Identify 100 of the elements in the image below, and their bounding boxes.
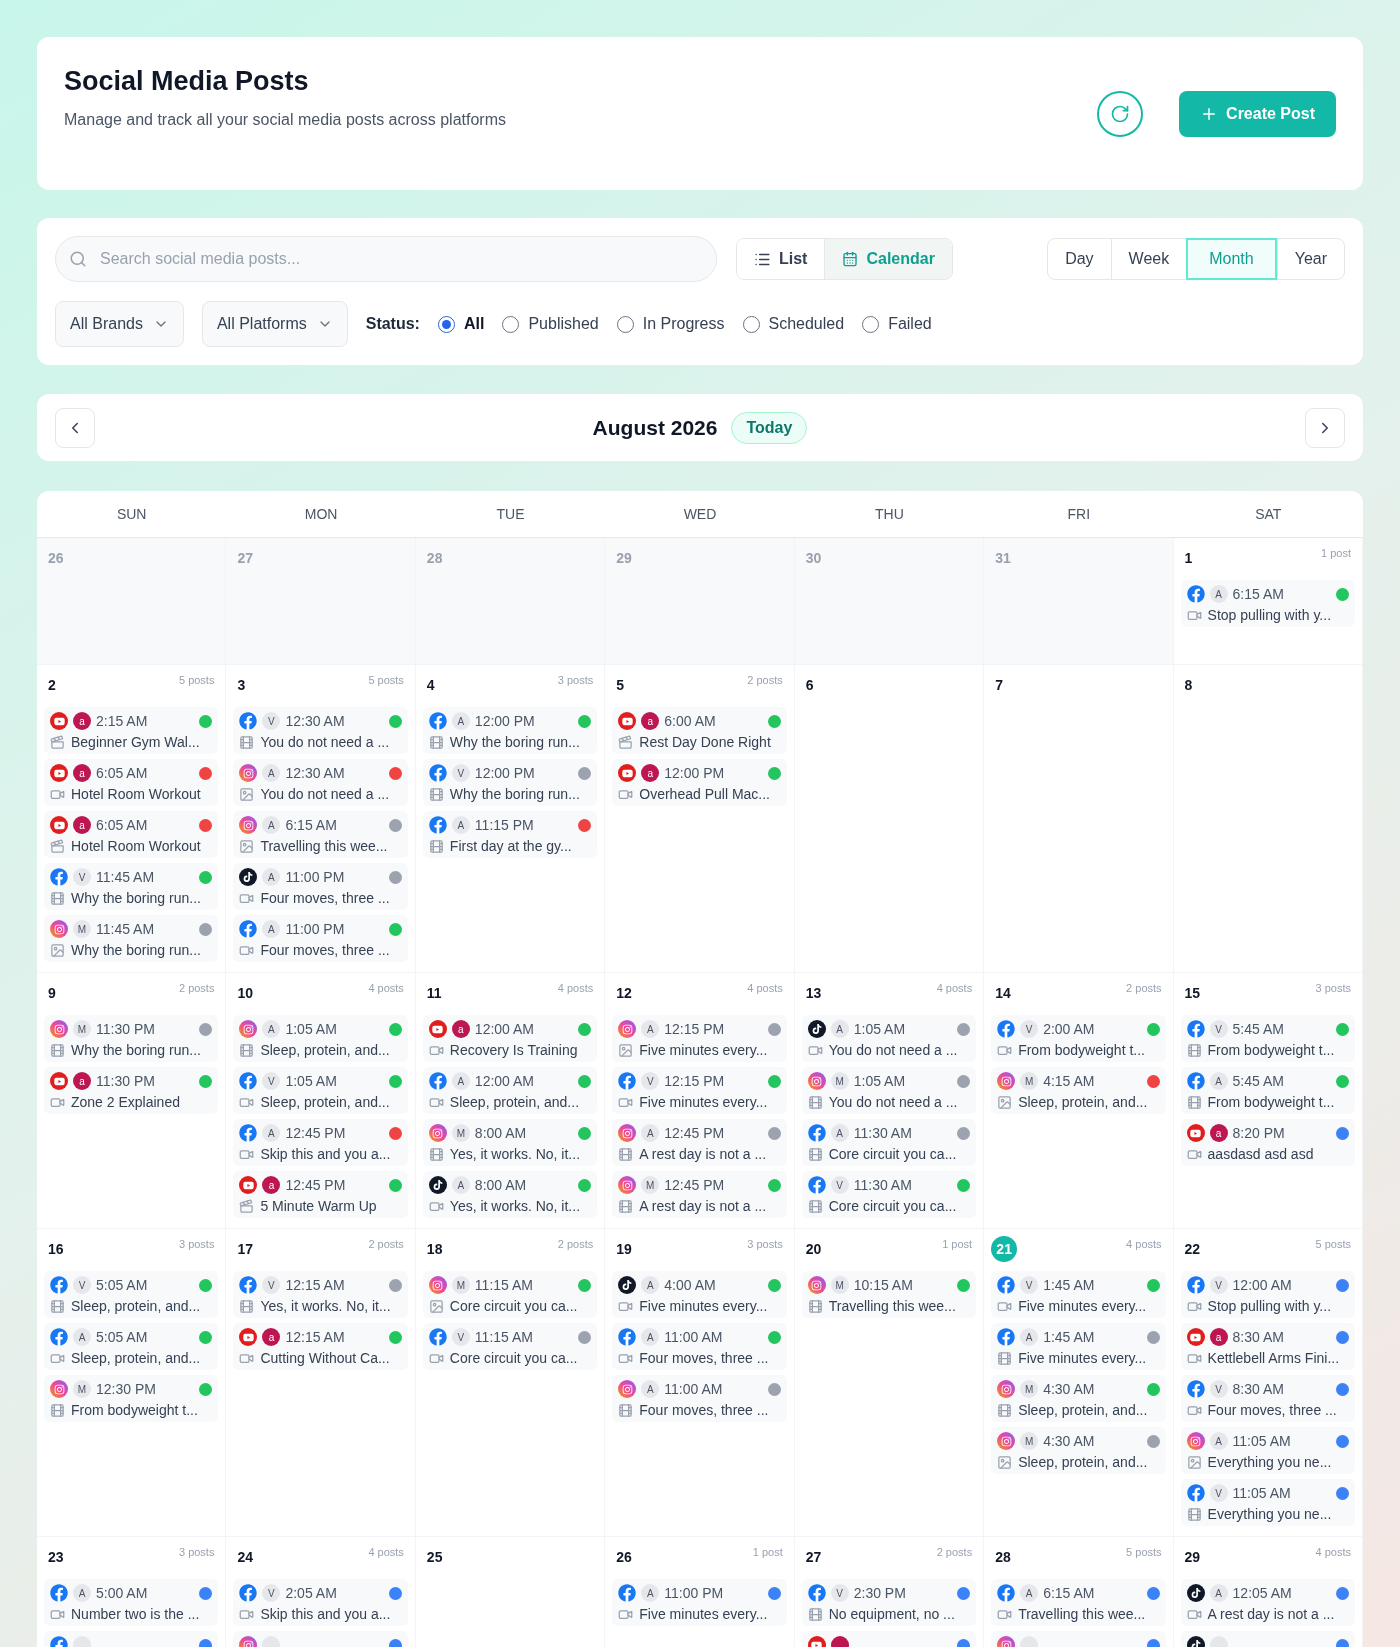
post-title: Core circuit you ca...: [828, 1196, 957, 1216]
status-radio[interactable]: Failed: [862, 312, 932, 336]
post-item[interactable]: M 8:00 AM Yes, it works. No, it...: [422, 1119, 598, 1166]
post-title: You do not need a ...: [828, 1040, 958, 1060]
post-title: Beginner Gym Wal...: [71, 732, 200, 752]
post-item[interactable]: M 4:15 AM Sleep, protein, and...: [991, 1067, 1166, 1114]
post-item[interactable]: A 6:15 AM Stop pulling with y...: [1180, 580, 1355, 627]
post-item[interactable]: a 6:05 AM Hotel Room Workout: [44, 811, 219, 858]
filter-dropdown[interactable]: All Platforms: [201, 301, 348, 347]
post-title: You do not need a ...: [260, 784, 390, 804]
post-item[interactable]: M 11:30 PM Why the boring run...: [44, 1015, 219, 1062]
refresh-button[interactable]: [1097, 90, 1144, 137]
post-item[interactable]: M 12:30 PM From bodyweight t...: [44, 1375, 219, 1422]
post-item[interactable]: M 11:45 AM Why the boring run...: [44, 915, 219, 962]
post-item[interactable]: V 1:05 AM Sleep, protein, and...: [233, 1067, 408, 1114]
status-radio[interactable]: Published: [502, 312, 599, 336]
post-item[interactable]: A 1:05 AM You do not need a ...: [801, 1015, 977, 1062]
post-item[interactable]: A 11:00 PM Five minutes every...: [612, 1579, 787, 1626]
post-item[interactable]: V 8:30 AM Four moves, three ...: [1180, 1375, 1355, 1422]
post-item[interactable]: M 4:30 AM Sleep, protein, and...: [991, 1427, 1166, 1474]
post-item[interactable]: V 11:45 AM Why the boring run...: [44, 863, 219, 910]
post-item[interactable]: V 11:30 AM Core circuit you ca...: [801, 1171, 977, 1218]
post-item[interactable]: A 11:30 AM Core circuit you ca...: [801, 1119, 977, 1166]
post-item[interactable]: V 12:15 PM Five minutes every...: [612, 1067, 787, 1114]
account-badge: A: [73, 1328, 91, 1346]
post-item[interactable]: a 12:00 PM Overhead Pull Mac...: [612, 759, 787, 806]
status-radio[interactable]: In Progress: [616, 312, 725, 336]
account-badge: V: [1209, 1380, 1228, 1398]
post-item[interactable]: A 12:30 AM You do not need a ...: [233, 759, 408, 806]
post-title: Travelling this wee...: [828, 1296, 956, 1316]
filter-dropdown[interactable]: All Brands: [55, 301, 184, 347]
post-title: From bodyweight t...: [1207, 1040, 1335, 1060]
post-item[interactable]: V 2:30 PM No equipment, no ...: [801, 1579, 977, 1626]
post-item[interactable]: A 1:45 AM Five minutes every...: [991, 1323, 1166, 1370]
post-time: 2:30 PM: [853, 1583, 906, 1603]
post-item[interactable]: A 6:15 AM Travelling this wee...: [991, 1579, 1166, 1626]
account-badge: V: [830, 1584, 849, 1602]
post-title: First day at the gy...: [449, 836, 572, 856]
post-item[interactable]: V 11:15 AM Core circuit you ca...: [422, 1323, 598, 1370]
status-radio[interactable]: All: [437, 312, 485, 336]
account-badge: M: [641, 1176, 660, 1194]
post-item[interactable]: a 6:00 AM Rest Day Done Right: [612, 707, 787, 754]
post-item[interactable]: A 6:15 AM Travelling this wee...: [233, 811, 408, 858]
status-radio[interactable]: Scheduled: [742, 312, 845, 336]
post-item[interactable]: M 4:30 AM Sleep, protein, and...: [991, 1375, 1166, 1422]
post-item[interactable]: a 11:30 PM Zone 2 Explained: [44, 1067, 219, 1114]
today-button[interactable]: Today: [731, 411, 808, 444]
range-tab[interactable]: Day: [1048, 239, 1111, 279]
post-item[interactable]: A 11:05 AM Everything you ne...: [1180, 1427, 1355, 1474]
post-item[interactable]: A 12:00 PM Why the boring run...: [422, 707, 598, 754]
post-item[interactable]: V 5:05 AM Sleep, protein, and...: [44, 1271, 219, 1318]
post-title: Stop pulling with y...: [1207, 1296, 1332, 1316]
post-item[interactable]: A 12:45 PM Skip this and you a...: [233, 1119, 408, 1166]
post-item[interactable]: a 12:15 AM Cutting Without Ca...: [233, 1323, 408, 1370]
post-item[interactable]: a 12:00 AM Recovery Is Training: [422, 1015, 598, 1062]
post-item[interactable]: A 12:00 AM Sleep, protein, and...: [422, 1067, 598, 1114]
post-item[interactable]: a 8:30 AM Kettlebell Arms Fini...: [1180, 1323, 1355, 1370]
post-item[interactable]: A 5:45 AM From bodyweight t...: [1180, 1067, 1355, 1114]
post-item[interactable]: V 12:15 AM Yes, it works. No, it...: [233, 1271, 408, 1318]
post-item[interactable]: A 11:00 AM Four moves, three ...: [612, 1375, 787, 1422]
post-item[interactable]: A 1:05 AM Sleep, protein, and...: [233, 1015, 408, 1062]
account-badge: M: [830, 1072, 849, 1090]
post-item[interactable]: A 8:00 AM Yes, it works. No, it...: [422, 1171, 598, 1218]
post-item[interactable]: A 11:15 PM First day at the gy...: [422, 811, 598, 858]
post-item[interactable]: a 12:45 PM 5 Minute Warm Up: [233, 1171, 408, 1218]
post-item[interactable]: M 1:05 AM You do not need a ...: [801, 1067, 977, 1114]
post-time: 11:15 AM: [474, 1327, 533, 1347]
post-item[interactable]: V 2:00 AM From bodyweight t...: [991, 1015, 1166, 1062]
post-item[interactable]: A 12:05 AM A rest day is not a ...: [1180, 1579, 1355, 1626]
range-tab[interactable]: Year: [1276, 239, 1344, 279]
post-item[interactable]: A 5:00 AM Number two is the ...: [44, 1579, 219, 1626]
post-item[interactable]: M 12:45 PM A rest day is not a ...: [612, 1171, 787, 1218]
post-time: 12:15 AM: [285, 1327, 345, 1347]
post-item[interactable]: M 11:15 AM Core circuit you ca...: [422, 1271, 598, 1318]
account-badge: V: [451, 1328, 470, 1346]
post-item[interactable]: V 2:05 AM Skip this and you a...: [233, 1579, 408, 1626]
post-item[interactable]: M 10:15 AM Travelling this wee...: [801, 1271, 977, 1318]
post-item[interactable]: A 4:00 AM Five minutes every...: [612, 1271, 787, 1318]
post-item[interactable]: A 5:05 AM Sleep, protein, and...: [44, 1323, 219, 1370]
post-item[interactable]: a 2:15 AM Beginner Gym Wal...: [44, 707, 219, 754]
post-item[interactable]: V 1:45 AM Five minutes every...: [991, 1271, 1166, 1318]
post-item[interactable]: A 12:45 PM A rest day is not a ...: [612, 1119, 787, 1166]
post-title: Core circuit you ca...: [449, 1348, 578, 1368]
post-item[interactable]: V 12:00 PM Why the boring run...: [422, 759, 598, 806]
post-item[interactable]: a 8:20 PM aasdasd asd asd: [1180, 1119, 1355, 1166]
post-item[interactable]: A 11:00 PM Four moves, three ...: [233, 863, 408, 910]
post-title: You do not need a ...: [260, 732, 390, 752]
post-item[interactable]: A 12:15 PM Five minutes every...: [612, 1015, 787, 1062]
date-number: 23: [48, 1548, 64, 1567]
search-field[interactable]: Search social media posts...: [55, 236, 717, 282]
post-item[interactable]: V 12:00 AM Stop pulling with y...: [1180, 1271, 1355, 1318]
post-item[interactable]: A 11:00 PM Four moves, three ...: [233, 915, 408, 962]
post-item[interactable]: V 12:30 AM You do not need a ...: [233, 707, 408, 754]
post-item[interactable]: V 11:05 AM Everything you ne...: [1180, 1479, 1355, 1526]
account-badge: M: [1020, 1072, 1039, 1090]
post-item[interactable]: V 5:45 AM From bodyweight t...: [1180, 1015, 1355, 1062]
post-count: 5 posts: [178, 673, 215, 688]
post-title: Five minutes every...: [639, 1040, 768, 1060]
post-item[interactable]: a 6:05 AM Hotel Room Workout: [44, 759, 219, 806]
post-item[interactable]: A 11:00 AM Four moves, three ...: [612, 1323, 787, 1370]
